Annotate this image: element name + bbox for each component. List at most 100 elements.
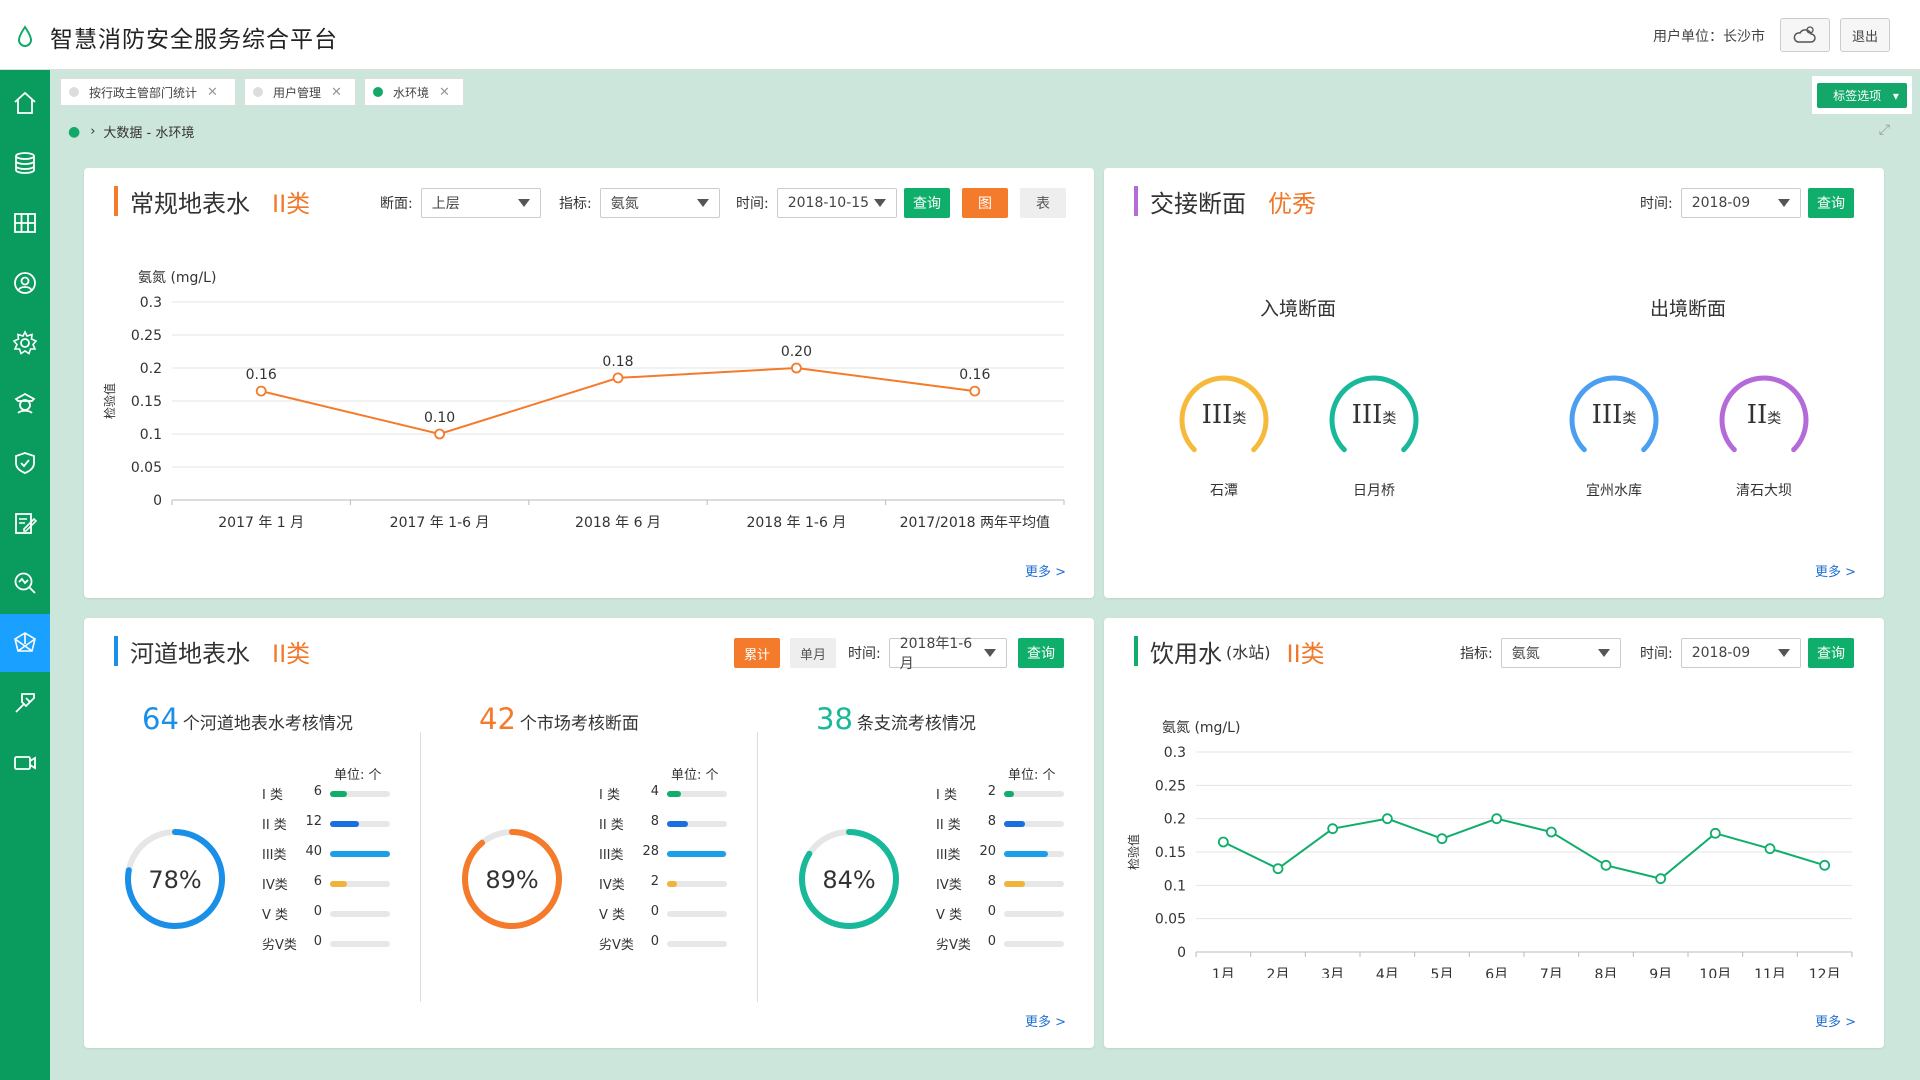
data-point[interactable] xyxy=(1764,843,1776,855)
gauge-grade: III类 xyxy=(1351,400,1397,430)
query-button[interactable]: 查询 xyxy=(904,188,950,218)
data-point[interactable] xyxy=(1819,859,1831,871)
close-icon[interactable]: ✕ xyxy=(439,85,450,100)
grade-count: 8 xyxy=(987,874,996,889)
section-gauge[interactable]: III类 石潭 xyxy=(1174,370,1274,510)
chart-view-button[interactable]: 图 xyxy=(962,188,1008,218)
sidebar-item-edit[interactable] xyxy=(0,494,50,552)
grade-count: 0 xyxy=(650,904,659,919)
data-point[interactable] xyxy=(1217,836,1229,848)
section-gauge[interactable]: III类 宜州水库 xyxy=(1564,370,1664,510)
data-point[interactable] xyxy=(1655,873,1667,885)
data-point[interactable] xyxy=(1272,863,1284,875)
table-view-button[interactable]: 表 xyxy=(1020,188,1066,218)
indicator-select[interactable]: 氨氮 xyxy=(1500,638,1621,668)
grade-bar-fill xyxy=(1004,851,1048,857)
weather-button[interactable] xyxy=(1780,18,1830,52)
sidebar-item-database[interactable] xyxy=(0,134,50,192)
panel-title-text: 河道地表水 xyxy=(130,639,250,668)
data-point[interactable] xyxy=(1327,823,1339,835)
grade-bar-track xyxy=(1004,821,1064,827)
data-point[interactable] xyxy=(1600,859,1612,871)
sidebar-item-grid[interactable] xyxy=(0,194,50,252)
query-button[interactable]: 查询 xyxy=(1808,188,1854,218)
month-value: 2018-09 xyxy=(1691,195,1751,211)
period-select[interactable]: 2018年1-6月 xyxy=(888,636,1007,672)
tag-options-button[interactable]: 标签选项 ▾ xyxy=(1817,82,1907,108)
grade-bar-fill xyxy=(667,821,689,827)
y-tick-label: 0 xyxy=(153,493,162,509)
more-link[interactable]: 更多 > xyxy=(1025,1011,1066,1030)
chevron-right-icon: › xyxy=(90,124,96,139)
more-link[interactable]: 更多 > xyxy=(1025,561,1066,580)
data-point[interactable] xyxy=(1491,813,1503,825)
data-point[interactable] xyxy=(1545,826,1557,838)
sidebar-item-shield[interactable] xyxy=(0,434,50,492)
sidebar-item-home[interactable] xyxy=(0,74,50,132)
more-link[interactable]: 更多 > xyxy=(1815,561,1856,580)
data-label: 0.16 xyxy=(246,367,277,383)
sidebar-item-police[interactable] xyxy=(0,374,50,432)
grade-count: 6 xyxy=(313,784,322,799)
grade-label: II 类 xyxy=(599,818,624,833)
time-label: 时间: xyxy=(1640,646,1673,662)
month-select[interactable]: 2018-09 xyxy=(1680,638,1801,668)
grade-count: 6 xyxy=(313,874,322,889)
sidebar-item-user[interactable] xyxy=(0,254,50,312)
sidebar-item-search[interactable] xyxy=(0,554,50,612)
group-count: 42 xyxy=(479,702,516,736)
sidebar-item-video[interactable] xyxy=(0,734,50,792)
monthly-button[interactable]: 单月 xyxy=(790,638,836,668)
more-link[interactable]: 更多 > xyxy=(1815,1011,1856,1030)
y-tick-label: 0.3 xyxy=(1164,745,1186,761)
query-button[interactable]: 查询 xyxy=(1018,638,1064,668)
section-gauge[interactable]: II类 清石大坝 xyxy=(1714,370,1814,510)
data-point[interactable] xyxy=(969,385,981,397)
grade-bar-track xyxy=(667,911,727,917)
tag-options[interactable]: 标签选项 ▾ xyxy=(1812,76,1912,114)
grade-count: 8 xyxy=(650,814,659,829)
gauge-grade-suffix: 类 xyxy=(1382,411,1397,427)
user-unit: 用户单位：长沙市 xyxy=(1653,29,1765,45)
sidebar-item-settings[interactable] xyxy=(0,314,50,372)
unit-label: 单位: 个 xyxy=(1008,768,1056,783)
grade-count: 2 xyxy=(650,874,659,889)
cumulative-button[interactable]: 累计 xyxy=(734,638,780,668)
data-point[interactable] xyxy=(1436,833,1448,845)
query-button[interactable]: 查询 xyxy=(1808,638,1854,668)
data-point[interactable] xyxy=(1709,827,1721,839)
data-point[interactable] xyxy=(612,372,624,384)
grade-bar-track xyxy=(667,791,727,797)
percent-label: 84% xyxy=(822,866,875,894)
y-tick-label: 0.2 xyxy=(140,361,162,377)
close-icon[interactable]: ✕ xyxy=(331,85,342,100)
indicator-select[interactable]: 氨氮 xyxy=(599,188,720,218)
wrench-icon xyxy=(15,693,35,713)
logout-button[interactable]: 退出 xyxy=(1840,18,1890,52)
section-value: 上层 xyxy=(431,196,460,212)
data-point[interactable] xyxy=(255,385,267,397)
section-select[interactable]: 上层 xyxy=(420,188,541,218)
sidebar-item-wrench[interactable] xyxy=(0,674,50,732)
tab-admin-stats[interactable]: 按行政主管部门统计 ✕ xyxy=(60,78,236,106)
tab-water-environment[interactable]: 水环境 ✕ xyxy=(364,78,464,106)
close-icon[interactable]: ✕ xyxy=(207,85,218,100)
sidebar-item-network[interactable] xyxy=(0,614,50,672)
data-point[interactable] xyxy=(1381,813,1393,825)
data-point[interactable] xyxy=(791,362,802,374)
quality-rating: 优秀 xyxy=(1268,189,1316,218)
x-tick-label: 3月 xyxy=(1321,967,1344,978)
app-title: 智慧消防安全服务综合平台 xyxy=(50,27,338,53)
percent-ring: 78% xyxy=(125,829,225,929)
month-select[interactable]: 2018-09 xyxy=(1680,188,1801,218)
fullscreen-icon[interactable]: ⤢ xyxy=(1879,122,1890,138)
unit-label: 单位: 个 xyxy=(334,768,382,783)
section-gauge[interactable]: III类 日月桥 xyxy=(1324,370,1424,510)
y-tick-label: 0 xyxy=(1177,945,1186,961)
tab-user-management[interactable]: 用户管理 ✕ xyxy=(244,78,356,106)
data-point[interactable] xyxy=(434,428,446,440)
grade-bar-track xyxy=(667,881,727,887)
date-select[interactable]: 2018-10-15 xyxy=(776,188,897,218)
grade-bar-track xyxy=(667,821,727,827)
x-tick-label: 12月 xyxy=(1809,967,1841,978)
